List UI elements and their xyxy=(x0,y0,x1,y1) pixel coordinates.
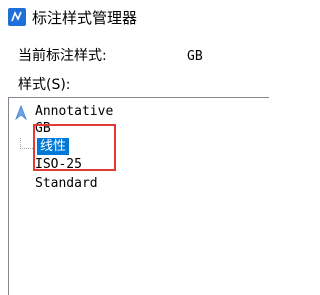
tree-item-standard[interactable]: Standard xyxy=(35,175,98,193)
tree-item-linear-selected[interactable]: 线性 xyxy=(37,138,70,155)
app-icon xyxy=(8,8,26,26)
dimension-style-manager-window: 标注样式管理器 当前标注样式: GB 样式(S): Annotative GB … xyxy=(0,0,269,295)
current-style-value: GB xyxy=(187,49,203,64)
tree-connector xyxy=(20,138,33,149)
tree-item-annotative[interactable]: Annotative xyxy=(35,103,113,121)
title-bar: 标注样式管理器 xyxy=(0,0,269,36)
tree-item-iso-25[interactable]: ISO-25 xyxy=(35,156,82,174)
window-title: 标注样式管理器 xyxy=(32,9,138,27)
styles-tree[interactable]: Annotative GB 线性 ISO-25 Standard xyxy=(8,97,269,295)
tree-item-gb[interactable]: GB xyxy=(35,120,51,138)
styles-list-label: 样式(S): xyxy=(18,77,71,93)
annotative-icon xyxy=(15,105,27,121)
current-style-label: 当前标注样式: xyxy=(18,48,107,64)
